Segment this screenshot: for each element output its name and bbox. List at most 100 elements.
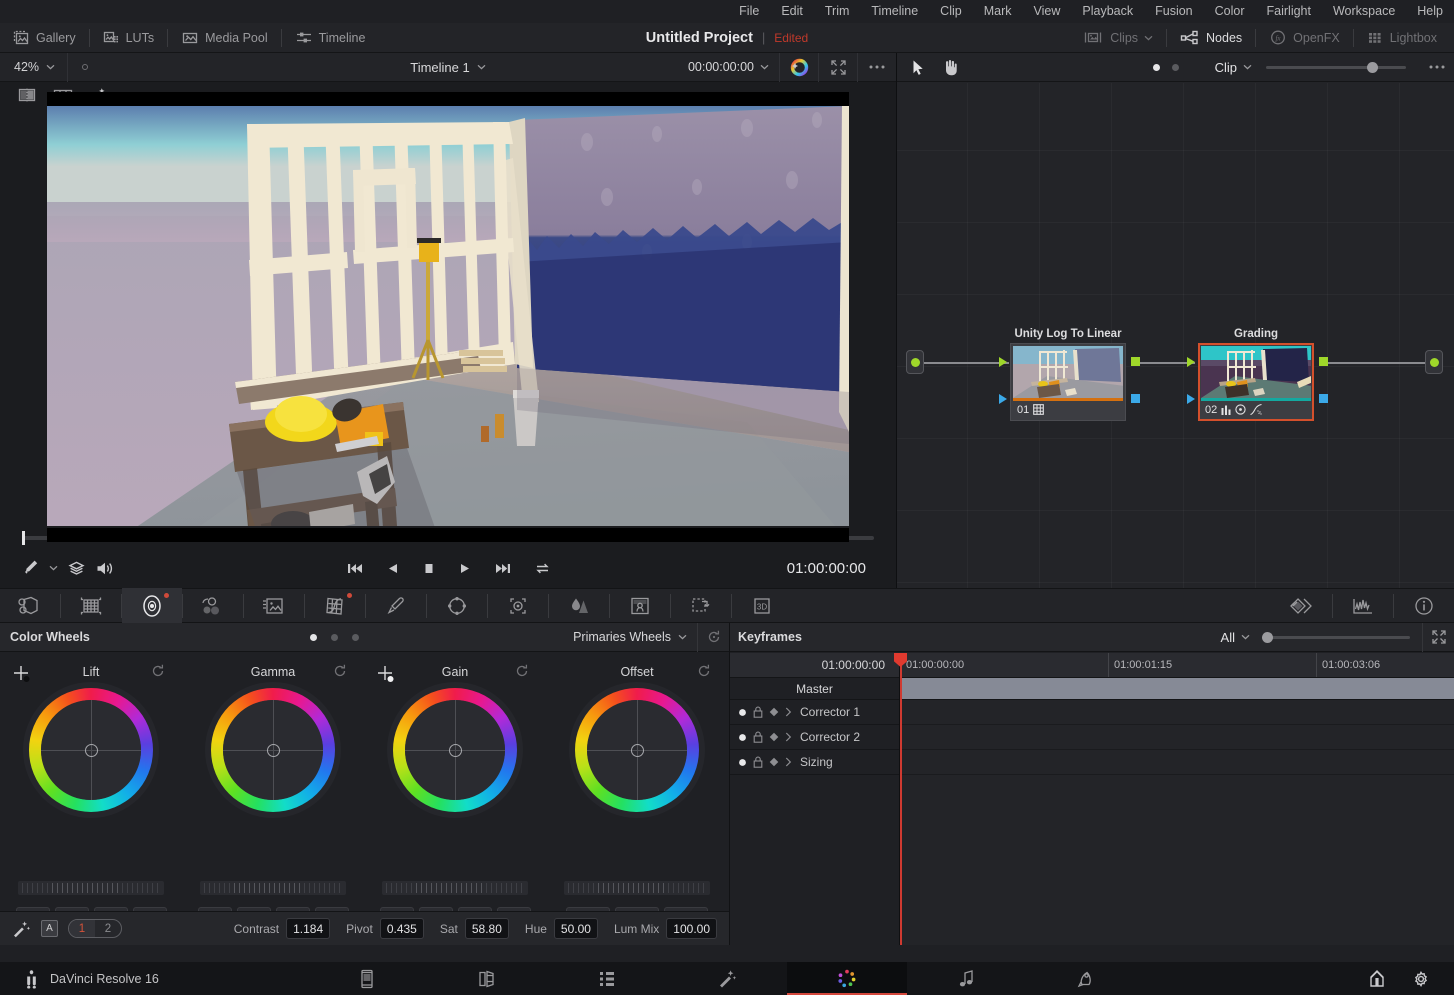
pan-hand-icon[interactable]: [935, 53, 965, 82]
play-icon[interactable]: [458, 561, 472, 576]
wheels-mode-selector[interactable]: Primaries Wheels: [573, 630, 697, 644]
page-media[interactable]: [307, 962, 427, 995]
luts-button[interactable]: LUTs: [90, 27, 167, 49]
page-cut[interactable]: [427, 962, 547, 995]
node-version-pill[interactable]: 1 2: [68, 919, 122, 938]
lum-mix-field[interactable]: Lum Mix 100.00: [614, 918, 717, 939]
compare-icon[interactable]: [1272, 588, 1332, 623]
auto-balance-button[interactable]: A: [41, 920, 58, 937]
node-zoom-slider[interactable]: [1266, 66, 1406, 69]
node-input-port-blue[interactable]: [1187, 394, 1195, 404]
menu-item-edit[interactable]: Edit: [770, 0, 814, 23]
page-dot[interactable]: [352, 634, 359, 641]
offset-wheel-knob[interactable]: [631, 744, 644, 757]
select-arrow-icon[interactable]: [903, 53, 933, 82]
clips-button[interactable]: Clips: [1069, 27, 1166, 49]
menu-item-workspace[interactable]: Workspace: [1322, 0, 1406, 23]
gain-master-slider[interactable]: [382, 881, 528, 895]
node-output-port-green[interactable]: [1319, 357, 1328, 366]
openfx-button[interactable]: fx OpenFX: [1256, 27, 1353, 49]
reset-all-button[interactable]: [697, 623, 729, 652]
sat-value[interactable]: 58.80: [465, 918, 509, 939]
keyframes-track-row[interactable]: [900, 700, 1454, 725]
palette-key[interactable]: [610, 588, 670, 623]
gamma-master-slider[interactable]: [200, 881, 346, 895]
keyframes-track-corrector-2[interactable]: Corrector 2: [730, 725, 899, 750]
chevron-down-icon[interactable]: [49, 565, 58, 571]
offset-color-wheel[interactable]: [575, 688, 699, 812]
step-back-icon[interactable]: [386, 561, 400, 576]
info-icon[interactable]: [1394, 588, 1454, 623]
keyframe-diamond-icon[interactable]: [769, 707, 779, 717]
gallery-button[interactable]: Gallery: [0, 27, 89, 49]
lift-wheel-knob[interactable]: [85, 744, 98, 757]
jump-end-icon[interactable]: [494, 561, 512, 576]
palette-power-windows[interactable]: [427, 588, 487, 623]
nodes-button[interactable]: Nodes: [1167, 27, 1255, 49]
node-scope-selector[interactable]: Clip: [1215, 60, 1252, 75]
media-pool-button[interactable]: Media Pool: [168, 27, 281, 49]
keyframes-expand-icon[interactable]: [1422, 623, 1454, 652]
keyframes-timeline-tracks[interactable]: 01:00:00:00 01:00:01:15 01:00:03:06: [900, 653, 1454, 945]
palette-color-bars[interactable]: [183, 588, 243, 623]
pivot-value[interactable]: 0.435: [380, 918, 424, 939]
keyframes-filter-selector[interactable]: All: [1221, 630, 1250, 645]
node-unity-log-to-linear[interactable]: Unity Log To Linear: [1010, 328, 1126, 421]
track-enable-dot-icon[interactable]: [738, 708, 747, 717]
gain-reset-icon[interactable]: [514, 663, 530, 679]
zoom-level-selector[interactable]: 42%: [0, 53, 67, 82]
menu-item-clip[interactable]: Clip: [929, 0, 973, 23]
scrubber-playhead[interactable]: [22, 531, 25, 545]
loop-icon[interactable]: [534, 561, 551, 576]
menu-item-file[interactable]: File: [728, 0, 770, 23]
gain-color-wheel[interactable]: [393, 688, 517, 812]
hue-value[interactable]: 50.00: [554, 918, 598, 939]
gamma-wheel-knob[interactable]: [267, 744, 280, 757]
node-body[interactable]: 01: [1010, 343, 1126, 421]
lift-master-slider[interactable]: [18, 881, 164, 895]
keyframes-track-sizing[interactable]: Sizing: [730, 750, 899, 775]
palette-curves[interactable]: [305, 588, 365, 623]
keyframe-diamond-icon[interactable]: [769, 757, 779, 767]
contrast-field[interactable]: Contrast 1.184: [234, 918, 330, 939]
page-dot[interactable]: [1172, 64, 1179, 71]
keyframes-track-corrector-1[interactable]: Corrector 1: [730, 700, 899, 725]
keyframes-track-row[interactable]: [900, 750, 1454, 775]
keyframes-zoom-knob[interactable]: [1262, 632, 1273, 643]
wheel-container[interactable]: [182, 686, 364, 812]
menu-item-timeline[interactable]: Timeline: [860, 0, 929, 23]
fit-screen-icon[interactable]: [819, 53, 857, 82]
version-2[interactable]: 2: [95, 920, 121, 937]
menu-item-trim[interactable]: Trim: [814, 0, 861, 23]
palette-sizing[interactable]: [671, 588, 731, 623]
chevron-right-icon[interactable]: [785, 707, 792, 717]
palette-blur[interactable]: [549, 588, 609, 623]
node-body[interactable]: 02: [1198, 343, 1314, 421]
sat-field[interactable]: Sat 58.80: [440, 918, 509, 939]
stack-icon[interactable]: [68, 560, 85, 576]
gamma-reset-icon[interactable]: [332, 663, 348, 679]
track-enable-dot-icon[interactable]: [738, 733, 747, 742]
menu-item-fusion[interactable]: Fusion: [1144, 0, 1204, 23]
node-page-dots[interactable]: [1153, 64, 1179, 71]
menu-item-fairlight[interactable]: Fairlight: [1256, 0, 1322, 23]
node-output-port-blue[interactable]: [1319, 394, 1328, 403]
lightbox-button[interactable]: Lightbox: [1354, 27, 1450, 49]
gamma-color-wheel[interactable]: [211, 688, 335, 812]
viewer-circle-button[interactable]: [68, 53, 102, 82]
page-color[interactable]: [787, 962, 907, 995]
track-enable-dot-icon[interactable]: [738, 758, 747, 767]
lift-reset-icon[interactable]: [150, 663, 166, 679]
viewer-timecode-selector[interactable]: 00:00:00:00: [688, 60, 779, 74]
split-view-icon[interactable]: [10, 83, 44, 107]
chevron-right-icon[interactable]: [785, 757, 792, 767]
wheel-container[interactable]: [364, 686, 546, 812]
timeline-button[interactable]: Timeline: [282, 27, 379, 49]
palette-color-match[interactable]: [61, 588, 121, 623]
lock-icon[interactable]: [753, 756, 763, 768]
keyframes-master-track[interactable]: [900, 678, 1454, 700]
page-edit[interactable]: [547, 962, 667, 995]
palette-qualifier[interactable]: [366, 588, 426, 623]
keyframe-diamond-icon[interactable]: [769, 732, 779, 742]
chevron-right-icon[interactable]: [785, 732, 792, 742]
